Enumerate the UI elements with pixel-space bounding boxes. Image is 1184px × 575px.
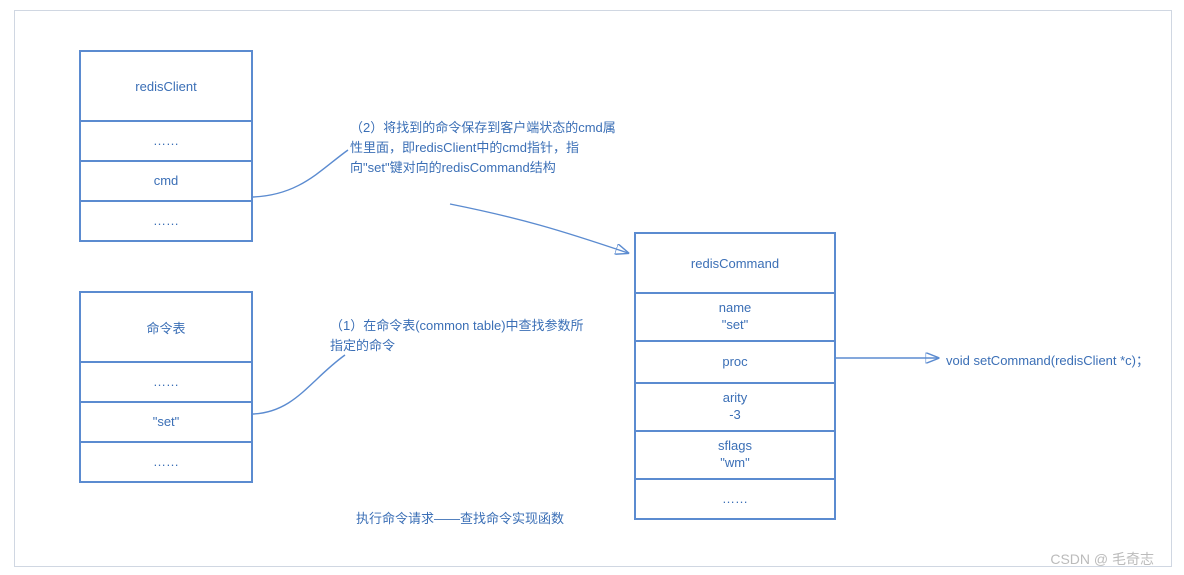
annotation-step2: （2）将找到的命令保存到客户端状态的cmd属性里面，即redisClient中的… [350, 118, 620, 178]
rediscommand-table: redisCommand name "set" proc arity -3 sf… [634, 232, 836, 520]
rediscommand-row-sflags: sflags "wm" [635, 431, 835, 479]
proc-signature: void setCommand(redisClient *c)； [946, 351, 1149, 371]
command-table-title: 命令表 [80, 292, 252, 362]
redisclient-table: redisClient …… cmd …… [79, 50, 253, 242]
rediscommand-field-value: "set" [722, 317, 749, 334]
command-table: 命令表 …… "set" …… [79, 291, 253, 483]
rediscommand-field-label: name [719, 300, 752, 317]
watermark-text: CSDN @ 毛奇志 [1050, 549, 1154, 569]
redisclient-row: …… [80, 121, 252, 161]
rediscommand-row-ellipsis: …… [635, 479, 835, 519]
rediscommand-field-label: …… [722, 491, 748, 508]
rediscommand-title: redisCommand [635, 233, 835, 293]
rediscommand-field-value: -3 [729, 407, 741, 424]
diagram-caption: 执行命令请求——查找命令实现函数 [356, 508, 564, 527]
redisclient-title: redisClient [80, 51, 252, 121]
rediscommand-field-label: arity [723, 390, 748, 407]
redisclient-row-cmd: cmd [80, 161, 252, 201]
rediscommand-row-name: name "set" [635, 293, 835, 341]
redisclient-row: …… [80, 201, 252, 241]
rediscommand-field-value: "wm" [720, 455, 749, 472]
rediscommand-field-label: sflags [718, 438, 752, 455]
command-table-row: …… [80, 362, 252, 402]
rediscommand-field-label: proc [722, 354, 747, 371]
command-table-row-set: "set" [80, 402, 252, 442]
rediscommand-row-arity: arity -3 [635, 383, 835, 431]
rediscommand-row-proc: proc [635, 341, 835, 383]
command-table-row: …… [80, 442, 252, 482]
annotation-step1: （1）在命令表(common table)中查找参数所指定的命令 [330, 316, 590, 356]
